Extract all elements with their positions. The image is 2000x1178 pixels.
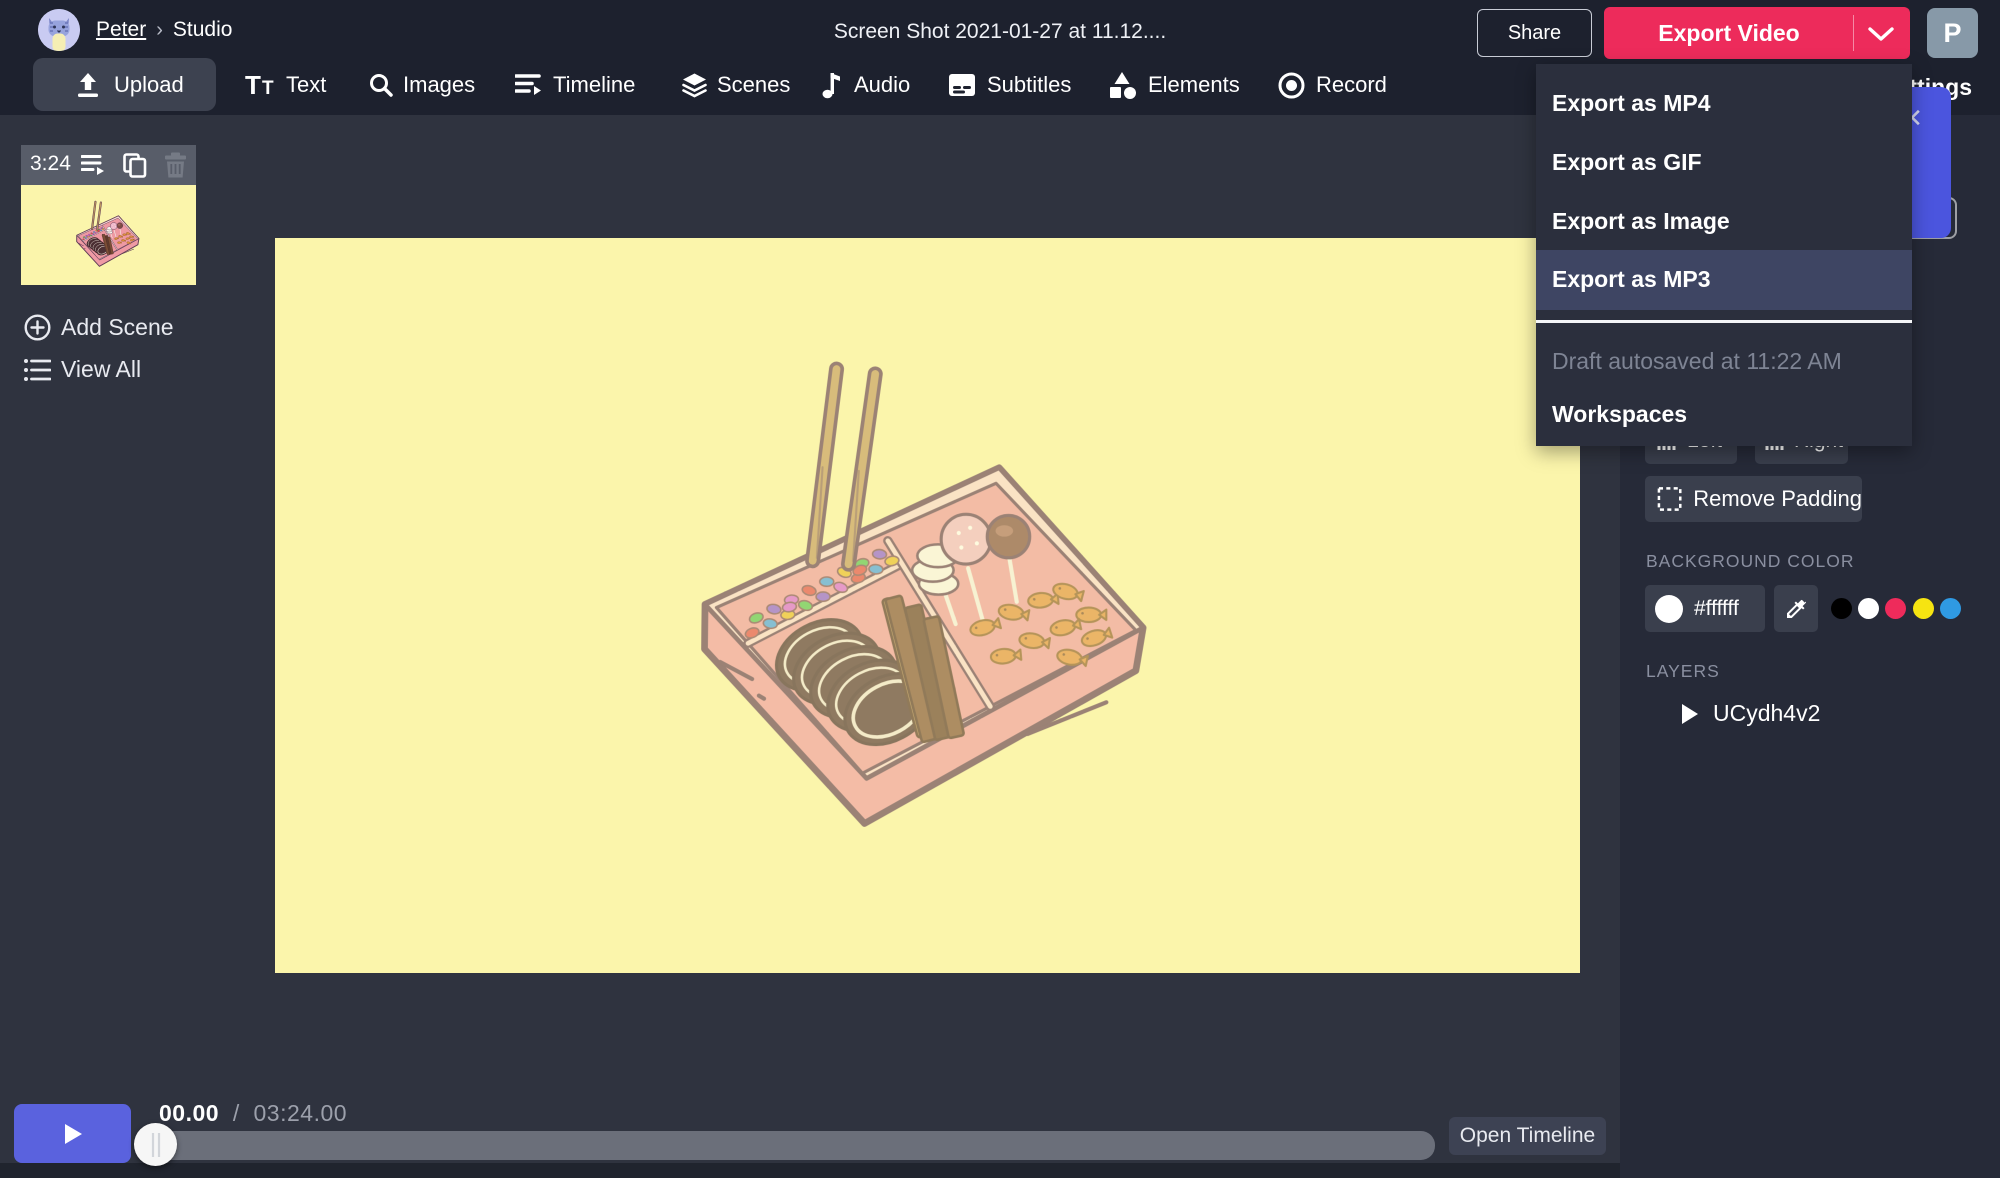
svg-text:T: T	[262, 78, 274, 98]
svg-text:T: T	[245, 72, 261, 98]
